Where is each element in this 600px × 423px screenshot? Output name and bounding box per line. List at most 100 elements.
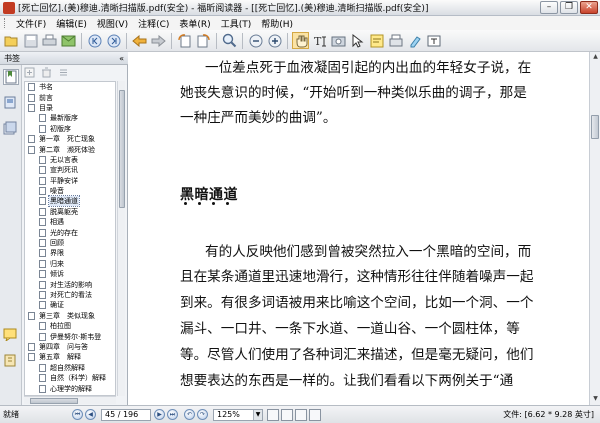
scroll-up-arrow[interactable]: ▲ (591, 53, 600, 62)
back-nav-button[interactable]: ↶ (184, 409, 195, 420)
bookmark-item[interactable]: 脱离躯壳 (25, 207, 115, 217)
text-box-button[interactable] (425, 32, 442, 49)
scroll-thumb[interactable] (30, 398, 78, 404)
bookmark-item[interactable]: 前言 (25, 92, 115, 102)
bookmark-item[interactable]: 黑暗通道 (25, 195, 115, 208)
bookmark-vertical-scrollbar[interactable] (117, 81, 125, 396)
close-button[interactable]: ✕ (580, 1, 598, 14)
typewriter-button[interactable] (387, 32, 404, 49)
bookmark-item[interactable]: 第一章 死亡现象 (25, 134, 115, 144)
bookmark-horizontal-scrollbar[interactable] (24, 396, 116, 404)
tab-attachments[interactable] (3, 353, 19, 369)
menu-file[interactable]: 文件(F) (11, 17, 51, 30)
scroll-thumb[interactable] (591, 115, 599, 139)
chevron-down-icon[interactable]: ▼ (253, 409, 262, 420)
back-button[interactable] (131, 32, 148, 49)
tab-comments[interactable] (3, 327, 19, 343)
print-button[interactable] (41, 32, 58, 49)
menu-edit[interactable]: 编辑(E) (51, 17, 92, 30)
bookmark-tree: 书名 前言 目录 最新版序 初版序 第一章 死亡现象 第二章 濒死体验 无以言表 宣判死讯 平静安… (24, 81, 116, 396)
bookmark-item[interactable]: 第五章 解释 (25, 352, 115, 362)
zoom-level-select[interactable]: 125% ▼ (213, 408, 263, 421)
bookmark-item[interactable]: 归来 (25, 259, 115, 269)
snapshot-button[interactable] (330, 32, 347, 49)
continuous-facing-view-button[interactable] (309, 408, 321, 421)
bookmark-item[interactable]: 超自然解释 (25, 363, 115, 373)
restore-button[interactable]: ❐ (560, 1, 578, 14)
single-page-view-button[interactable] (267, 408, 279, 421)
zoom-out-button[interactable] (247, 32, 264, 49)
bookmark-item[interactable]: 界限 (25, 248, 115, 258)
bookmark-item[interactable]: 目录 (25, 103, 115, 113)
save-button[interactable] (22, 32, 39, 49)
last-page-button[interactable] (105, 32, 122, 49)
next-page-nav-button[interactable]: ▶ (154, 409, 165, 420)
bookmark-item[interactable]: 相遇 (25, 217, 115, 227)
rotate-right-button[interactable] (195, 32, 212, 49)
bookmark-item[interactable]: 倾诉 (25, 269, 115, 279)
app-icon (3, 1, 15, 14)
document-view[interactable]: 一位差点死于血液凝固引起的内出血的年轻女子说，在 她丧失意识的时候，“开始听到一… (129, 52, 589, 405)
bookmark-item[interactable]: 最新版序 (25, 113, 115, 123)
first-page-nav-button[interactable]: ⏮ (72, 409, 83, 420)
tab-bookmarks[interactable] (3, 69, 19, 85)
bookmark-item[interactable]: 无以言表 (25, 155, 115, 165)
bookmark-item[interactable]: 书名 (25, 82, 115, 92)
facing-view-button[interactable] (295, 408, 307, 421)
collapse-panel-icon[interactable]: « (119, 54, 124, 63)
tab-thumbnails[interactable] (3, 95, 19, 111)
select-annotation-button[interactable] (349, 32, 366, 49)
bookmark-item[interactable]: 伊曼努尔·斯韦登 (25, 331, 115, 341)
bookmark-item[interactable]: 第三章 类似现象 (25, 311, 115, 321)
bookmark-item[interactable]: 噪音 (25, 186, 115, 196)
continuous-view-button[interactable] (281, 408, 293, 421)
bookmark-item[interactable]: 初版序 (25, 124, 115, 134)
zoom-button[interactable] (221, 32, 238, 49)
menu-form[interactable]: 表单(R) (174, 17, 215, 30)
menu-tools[interactable]: 工具(T) (216, 17, 257, 30)
open-button[interactable] (3, 32, 20, 49)
bookmark-item[interactable]: 对死亡的看法 (25, 290, 115, 300)
bookmark-options-icon[interactable] (58, 67, 69, 78)
bookmark-label: 前言 (39, 93, 53, 102)
zoom-in-button[interactable] (266, 32, 283, 49)
select-text-button[interactable]: T (311, 32, 328, 49)
bookmark-item[interactable]: 第四章 问与答 (25, 342, 115, 352)
bookmark-item[interactable]: 回顾 (25, 238, 115, 248)
menu-help[interactable]: 帮助(H) (256, 17, 298, 30)
bookmark-item[interactable]: 确证 (25, 300, 115, 310)
prev-page-nav-button[interactable]: ◀ (85, 409, 96, 420)
scroll-thumb[interactable] (119, 90, 125, 208)
bookmark-item[interactable]: 柏拉图 (25, 321, 115, 331)
forward-button[interactable] (150, 32, 167, 49)
bookmark-item[interactable]: 心理学的解释 (25, 383, 115, 393)
minimize-button[interactable]: – (540, 1, 558, 14)
note-button[interactable] (368, 32, 385, 49)
bookmark-item[interactable]: 平静安详 (25, 176, 115, 186)
page-number-input[interactable]: 45 / 196 (101, 408, 151, 421)
delete-bookmark-icon[interactable] (41, 67, 52, 78)
document-vertical-scrollbar[interactable]: ▲ ▼ (589, 52, 600, 405)
panel-title: 书签 (4, 53, 20, 63)
window-controls: – ❐ ✕ (540, 1, 598, 14)
menu-view[interactable]: 视图(V) (92, 17, 133, 30)
menu-comment[interactable]: 注释(C) (133, 17, 174, 30)
last-page-nav-button[interactable]: ⏭ (167, 409, 178, 420)
tab-layers[interactable] (3, 121, 19, 137)
expand-bookmark-icon[interactable] (24, 67, 35, 78)
hand-tool-button[interactable] (292, 32, 309, 49)
snapshot-icon (331, 36, 346, 47)
bookmark-item[interactable]: 光的存在 (25, 227, 115, 237)
scroll-down-arrow[interactable]: ▼ (591, 395, 600, 404)
highlight-button[interactable] (406, 32, 423, 49)
menu-grip (4, 18, 7, 28)
rotate-left-button[interactable] (176, 32, 193, 49)
bookmark-item[interactable]: 宣判死讯 (25, 165, 115, 175)
email-button[interactable] (60, 32, 77, 49)
bookmark-item[interactable]: 第二章 濒死体验 (25, 144, 115, 154)
forward-nav-button[interactable]: ↷ (197, 409, 208, 420)
toolbar-separator (242, 32, 243, 49)
first-page-button[interactable] (86, 32, 103, 49)
bookmark-item[interactable]: 对生活的影响 (25, 279, 115, 289)
bookmark-item[interactable]: 自然（科学）解释 (25, 373, 115, 383)
